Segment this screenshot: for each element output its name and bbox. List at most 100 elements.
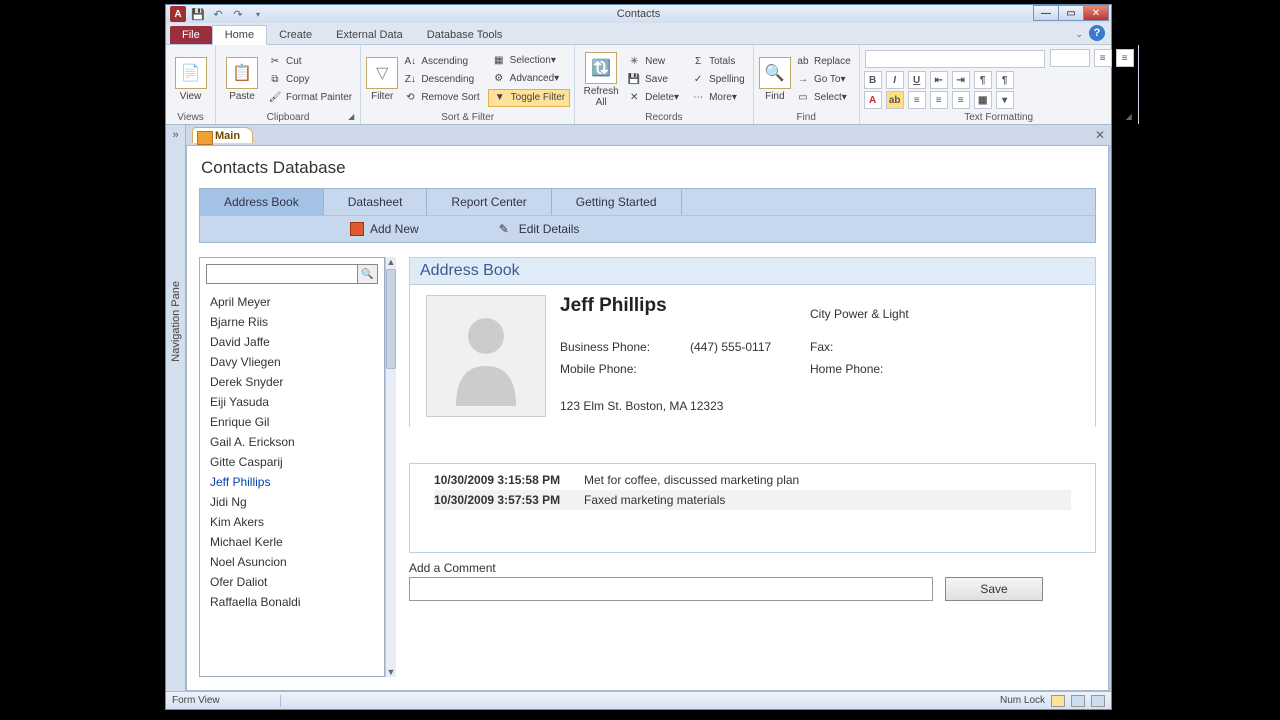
indent-left-icon[interactable]: ⇤: [930, 71, 948, 89]
save-icon[interactable]: 💾: [190, 6, 206, 22]
list-item[interactable]: Bjarne Riis: [200, 312, 384, 332]
list-item[interactable]: Jeff Phillips: [200, 472, 384, 492]
scroll-down-icon[interactable]: ▼: [387, 667, 396, 677]
close-button[interactable]: ✕: [1083, 5, 1109, 21]
list-item[interactable]: Ofer Daliot: [200, 572, 384, 592]
expand-nav-icon[interactable]: »: [172, 129, 178, 141]
scroll-up-icon[interactable]: ▲: [387, 257, 396, 267]
layout-view-icon[interactable]: [1091, 695, 1105, 707]
more-button[interactable]: ⋯More ▾: [687, 90, 749, 106]
list-item[interactable]: Enrique Gil: [200, 412, 384, 432]
bold-button[interactable]: B: [864, 71, 882, 89]
list-item[interactable]: April Meyer: [200, 292, 384, 312]
tab-file[interactable]: File: [170, 26, 212, 44]
list-item[interactable]: Eiji Yasuda: [200, 392, 384, 412]
bullets-icon[interactable]: ≡: [1094, 49, 1112, 67]
toggle-filter-button[interactable]: ▼Toggle Filter: [488, 89, 570, 107]
numbering-icon[interactable]: ≡: [1116, 49, 1134, 67]
selection-button[interactable]: ▦Selection ▾: [488, 53, 570, 69]
spelling-button[interactable]: ✓Spelling: [687, 72, 749, 88]
tab-close-icon[interactable]: ✕: [1095, 128, 1105, 142]
underline-button[interactable]: U: [908, 71, 926, 89]
font-color-button[interactable]: A: [864, 91, 882, 109]
list-item[interactable]: Davy Vliegen: [200, 352, 384, 372]
minimize-button[interactable]: —: [1033, 5, 1059, 21]
datasheet-view-icon[interactable]: [1071, 695, 1085, 707]
minimize-ribbon-icon[interactable]: ⌄: [1075, 29, 1083, 40]
align-center-button[interactable]: ≡: [930, 91, 948, 109]
help-icon[interactable]: ?: [1089, 25, 1105, 41]
delete-button[interactable]: ✕Delete ▾: [623, 90, 683, 106]
tab-home[interactable]: Home: [212, 25, 267, 45]
edit-details-button[interactable]: ✎Edit Details: [499, 222, 580, 236]
list-item[interactable]: Jidi Ng: [200, 492, 384, 512]
list-item[interactable]: David Jaffe: [200, 332, 384, 352]
list-item[interactable]: Michael Kerle: [200, 532, 384, 552]
select-button[interactable]: ▭Select ▾: [792, 90, 855, 106]
nav-pane-collapsed[interactable]: » Navigation Pane: [166, 125, 186, 691]
qat-dropdown-icon[interactable]: ▾: [250, 6, 266, 22]
paste-button[interactable]: 📋Paste: [220, 50, 264, 110]
ltr-icon[interactable]: ¶: [974, 71, 992, 89]
totals-button[interactable]: ΣTotals: [687, 54, 749, 70]
detail-pane: Address Book Jeff Phillips City Power: [409, 257, 1096, 677]
copy-button[interactable]: ⧉Copy: [264, 72, 356, 88]
tab-datasheet[interactable]: Datasheet: [324, 189, 428, 215]
list-scrollbar[interactable]: ▲ ▼: [385, 257, 396, 677]
fax-label: Fax:: [810, 340, 940, 359]
gridlines-button[interactable]: ▦: [974, 91, 992, 109]
group-views-label: Views: [170, 112, 211, 124]
rtl-icon[interactable]: ¶: [996, 71, 1014, 89]
add-new-button[interactable]: Add New: [350, 222, 419, 236]
descending-button[interactable]: Z↓Descending: [399, 72, 483, 88]
ascending-button[interactable]: A↓Ascending: [399, 54, 483, 70]
remove-sort-button[interactable]: ⟲Remove Sort: [399, 90, 483, 106]
clipboard-launcher-icon[interactable]: ◢: [348, 112, 358, 122]
tab-report-center[interactable]: Report Center: [427, 189, 551, 215]
workspace: Main ✕ Contacts Database Address Book Da…: [186, 125, 1111, 691]
restore-button[interactable]: ▭: [1058, 5, 1084, 21]
indent-right-icon[interactable]: ⇥: [952, 71, 970, 89]
text-launcher-icon[interactable]: ◢: [1126, 112, 1136, 122]
save-record-button[interactable]: 💾Save: [623, 72, 683, 88]
advanced-icon: ⚙: [492, 72, 506, 86]
font-family-select[interactable]: [865, 50, 1045, 68]
list-item[interactable]: Noel Asuncion: [200, 552, 384, 572]
tab-getting-started[interactable]: Getting Started: [552, 189, 682, 215]
new-icon: ✳: [627, 55, 641, 69]
add-comment-input[interactable]: [409, 577, 933, 601]
fill-color-button[interactable]: ▾: [996, 91, 1014, 109]
list-item[interactable]: Derek Snyder: [200, 372, 384, 392]
format-painter-button[interactable]: 🖌Format Painter: [264, 90, 356, 106]
search-button[interactable]: 🔍: [358, 264, 378, 284]
undo-icon[interactable]: ↶: [210, 6, 226, 22]
list-item[interactable]: Gail A. Erickson: [200, 432, 384, 452]
tab-create[interactable]: Create: [267, 26, 324, 44]
filter-button[interactable]: ▽Filter: [365, 50, 399, 110]
save-comment-button[interactable]: Save: [945, 577, 1043, 601]
search-input[interactable]: [206, 264, 358, 284]
italic-button[interactable]: I: [886, 71, 904, 89]
refresh-button[interactable]: 🔃Refresh All: [579, 50, 623, 110]
align-right-button[interactable]: ≡: [952, 91, 970, 109]
redo-icon[interactable]: ↷: [230, 6, 246, 22]
advanced-button[interactable]: ⚙Advanced ▾: [488, 71, 570, 87]
tab-address-book[interactable]: Address Book: [200, 189, 324, 215]
form-view-icon[interactable]: [1051, 695, 1065, 707]
find-button[interactable]: 🔍Find: [758, 50, 792, 110]
cut-button[interactable]: ✂Cut: [264, 54, 356, 70]
view-button[interactable]: 📄View: [170, 50, 211, 110]
new-button[interactable]: ✳New: [623, 54, 683, 70]
tab-database-tools[interactable]: Database Tools: [415, 26, 515, 44]
tab-external-data[interactable]: External Data: [324, 26, 415, 44]
goto-button[interactable]: →Go To ▾: [792, 72, 855, 88]
list-item[interactable]: Gitte Casparij: [200, 452, 384, 472]
scroll-thumb[interactable]: [386, 269, 396, 369]
font-size-select[interactable]: [1050, 49, 1090, 67]
replace-button[interactable]: abReplace: [792, 54, 855, 70]
tab-main[interactable]: Main: [192, 127, 253, 143]
highlight-button[interactable]: ab: [886, 91, 904, 109]
align-left-button[interactable]: ≡: [908, 91, 926, 109]
list-item[interactable]: Raffaella Bonaldi: [200, 592, 384, 612]
list-item[interactable]: Kim Akers: [200, 512, 384, 532]
